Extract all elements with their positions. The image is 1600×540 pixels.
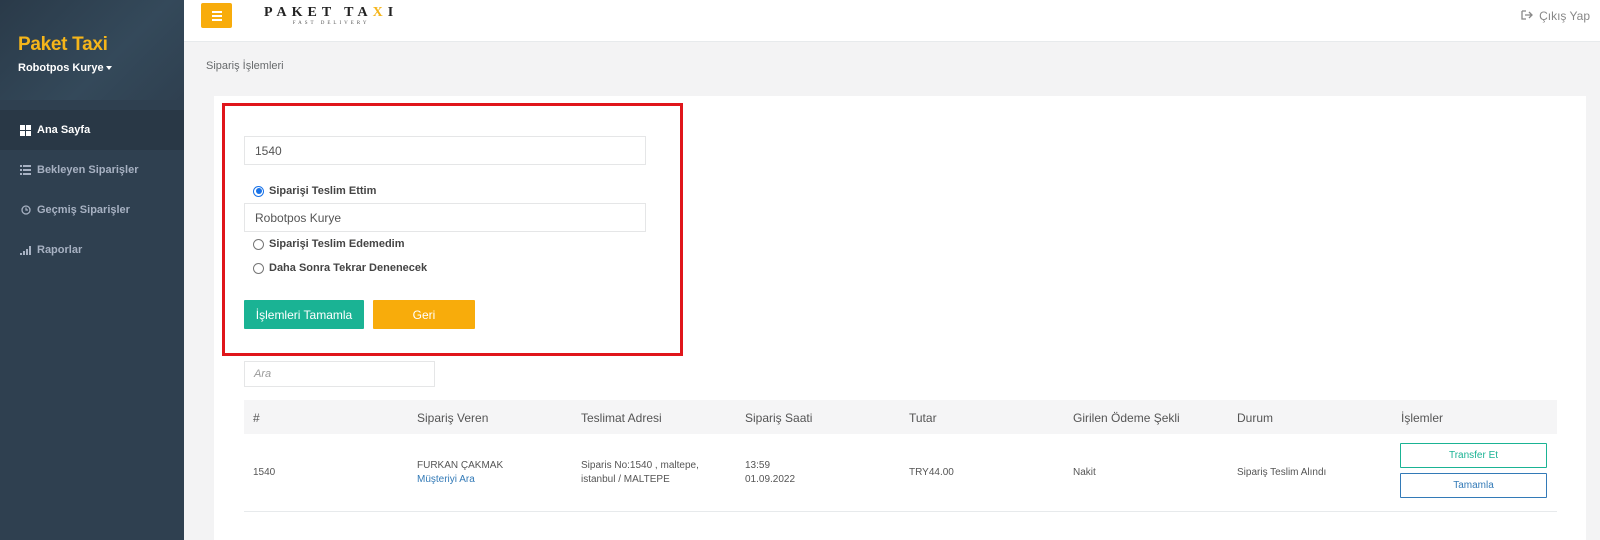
logout-label: Çıkış Yap (1539, 9, 1590, 23)
column-header: Durum (1237, 411, 1274, 425)
breadcrumb: Sipariş İşlemleri (206, 60, 284, 72)
column-header: Sipariş Veren (417, 411, 489, 425)
cell-address: Siparis No:1540 , maltepe, istanbul / MA… (581, 460, 699, 485)
column-header: Sipariş Saati (745, 411, 813, 425)
cell-order-id: 1540 (253, 467, 276, 478)
logout-link[interactable]: Çıkış Yap (1521, 9, 1590, 23)
cell-payment: Nakit (1073, 467, 1096, 478)
grid-icon (20, 124, 31, 136)
sidebar-item-label: Bekleyen Siparişler (37, 164, 139, 176)
sidebar-item-label: Raporlar (37, 244, 83, 256)
column-header: Tutar (909, 411, 937, 425)
menu-toggle-button[interactable] (201, 3, 232, 28)
sidebar-header: Paket Taxi Robotpos Kurye (0, 0, 184, 100)
cell-amount: TRY44.00 (909, 467, 954, 478)
sidebar-item-pending-orders[interactable]: Bekleyen Siparişler (0, 150, 184, 190)
highlight-box (222, 103, 683, 356)
status-text: Sipariş Teslim Alındı (1237, 467, 1327, 478)
cell-customer: FURKAN ÇAKMAK Müşteriyi Ara (417, 460, 504, 487)
signal-bars-icon (20, 245, 31, 256)
brand-name: Paket Taxi (18, 34, 108, 55)
sidebar-item-reports[interactable]: Raporlar (0, 230, 184, 270)
column-header: Girilen Ödeme Şekli (1073, 411, 1180, 425)
sidebar: Paket Taxi Robotpos Kurye Ana Sayfa Bekl… (0, 0, 184, 540)
column-header: Teslimat Adresi (581, 411, 662, 425)
column-header: İşlemler (1401, 411, 1444, 425)
logo: PAKET TAXI FAST DELIVERY (264, 5, 399, 26)
sidebar-item-home[interactable]: Ana Sayfa (0, 110, 184, 150)
user-name: Robotpos Kurye (18, 62, 104, 74)
complete-button[interactable]: Tamamla (1400, 473, 1547, 498)
user-dropdown[interactable]: Robotpos Kurye (18, 62, 184, 74)
sidebar-item-past-orders[interactable]: Geçmiş Siparişler (0, 190, 184, 230)
sidebar-item-label: Ana Sayfa (37, 124, 91, 136)
sidebar-item-label: Geçmiş Siparişler (37, 204, 130, 216)
search-input[interactable]: Ara (244, 361, 435, 387)
sign-out-icon (1521, 9, 1533, 23)
transfer-button[interactable]: Transfer Et (1400, 443, 1547, 468)
table-row: 1540 FURKAN ÇAKMAK Müşteriyi Ara Siparis… (244, 434, 1557, 512)
cell-order-time: 13:59 01.09.2022 (745, 460, 796, 485)
list-icon (20, 165, 31, 176)
top-navbar: PAKET TAXI FAST DELIVERY Çıkış Yap (184, 0, 1600, 42)
hamburger-icon (211, 10, 222, 13)
call-customer-link[interactable]: Müşteriyi Ara (417, 473, 503, 487)
table-header: # Sipariş Veren Teslimat Adresi Sipariş … (244, 400, 1557, 434)
clock-icon (20, 205, 31, 216)
column-header: # (253, 411, 260, 425)
caret-down-icon (105, 66, 112, 71)
